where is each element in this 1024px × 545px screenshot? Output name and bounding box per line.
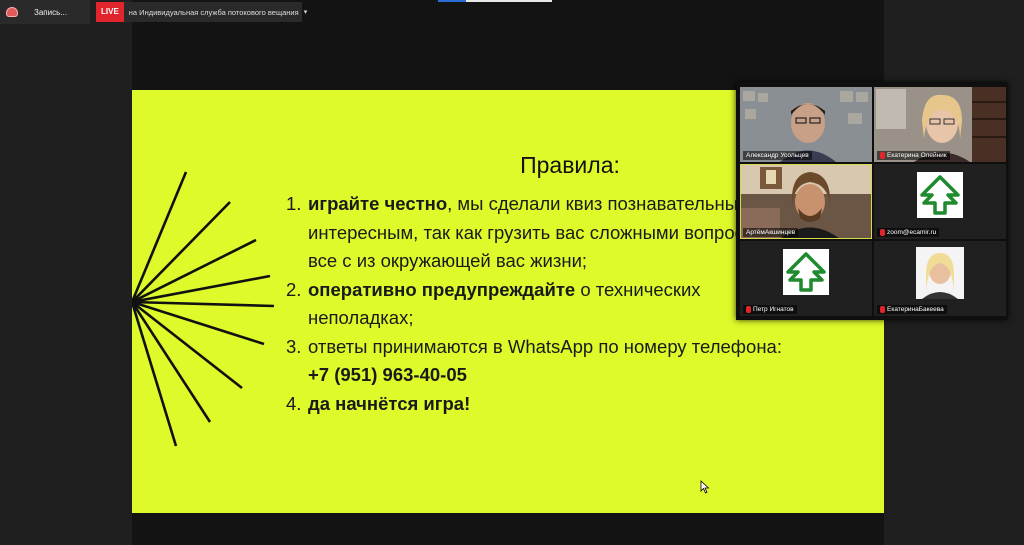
rule-item: 3. ответы принимаются в WhatsApp по номе… — [286, 333, 796, 390]
rule-item: 1. играйте честно, мы сделали квиз позна… — [286, 190, 796, 276]
mic-muted-icon — [880, 306, 885, 313]
participant-tile[interactable]: Екатерина Олейник — [874, 87, 1006, 162]
mic-muted-icon — [880, 229, 885, 236]
rule-number: 4. — [286, 392, 302, 414]
participant-name-text: ЕкатеринаБакеева — [887, 306, 944, 313]
rule-bold-text: оперативно предупреждайте — [308, 278, 576, 300]
rule-text: оперативно предупреждайте о технических … — [308, 276, 796, 333]
participant-name: ЕкатеринаБакеева — [877, 305, 947, 314]
rule-text: ответы принимаются в WhatsApp по номеру … — [308, 333, 796, 390]
participant-name-text: Александр Усольцев — [746, 152, 809, 159]
participant-tile[interactable]: ЕкатеринаБакеева — [874, 241, 1006, 316]
participant-tile[interactable]: Александр Усольцев — [740, 87, 872, 162]
participant-name: АртёмАкшинцев — [743, 228, 799, 237]
participant-name: Александр Усольцев — [743, 151, 812, 160]
mouse-cursor-icon — [700, 480, 710, 494]
participant-name: Петр Игнатов — [743, 305, 797, 314]
chevron-down-icon[interactable]: ▾ — [304, 8, 308, 16]
phone-number: +7 (951) 963-40-05 — [308, 364, 467, 385]
participant-avatar — [917, 172, 963, 218]
live-stream-label: на Индивидуальная служба потокового веща… — [128, 7, 299, 17]
participant-name-text: Екатерина Олейник — [887, 152, 947, 159]
rule-number: 2. — [286, 278, 302, 300]
slide-title: Правила: — [520, 152, 620, 178]
mic-muted-icon — [880, 152, 885, 159]
rule-bold-text: играйте честно — [308, 193, 448, 214]
participant-tile[interactable]: zoom@ecamir.ru — [874, 164, 1006, 239]
participant-name-text: АртёмАкшинцев — [746, 229, 796, 236]
recording-indicator[interactable]: Запись... — [0, 0, 90, 24]
rule-item: 2. оперативно предупреждайте о техническ… — [286, 276, 796, 333]
rules-list: 1. играйте честно, мы сделали квиз позна… — [286, 190, 796, 418]
live-stream-dropdown[interactable]: LIVE на Индивидуальная служба потокового… — [96, 2, 307, 22]
recording-label: Запись... — [34, 7, 67, 17]
live-badge: LIVE — [96, 2, 124, 22]
rule-bold-text: да начнётся игра! — [308, 392, 471, 414]
rule-number: 1. — [286, 193, 302, 214]
rule-plain-text: ответы принимаются в WhatsApp по номеру … — [308, 335, 782, 357]
participant-tile[interactable]: Петр Игнатов — [740, 241, 872, 316]
share-toolbar-indicator-secondary[interactable] — [466, 0, 552, 2]
cloud-record-icon — [6, 7, 18, 17]
participant-avatar — [783, 249, 829, 295]
participant-name-text: zoom@ecamir.ru — [887, 229, 937, 236]
rule-text: играйте честно, мы сделали квиз познават… — [308, 190, 796, 276]
rule-text: да начнётся игра! — [308, 390, 796, 419]
participant-gallery[interactable]: Александр Усольцев Екатерина Олейник Арт… — [736, 82, 1008, 320]
rule-item: 4. да начнётся игра! — [286, 390, 796, 419]
tree-arrow-icon — [920, 175, 960, 215]
participant-name: zoom@ecamir.ru — [877, 228, 940, 237]
participant-tile-active[interactable]: АртёмАкшинцев — [740, 164, 872, 239]
rule-number: 3. — [286, 335, 302, 357]
tree-arrow-icon — [786, 252, 826, 292]
mic-muted-icon — [746, 306, 751, 313]
participant-name: Екатерина Олейник — [877, 151, 950, 160]
participant-name-text: Петр Игнатов — [753, 306, 794, 313]
